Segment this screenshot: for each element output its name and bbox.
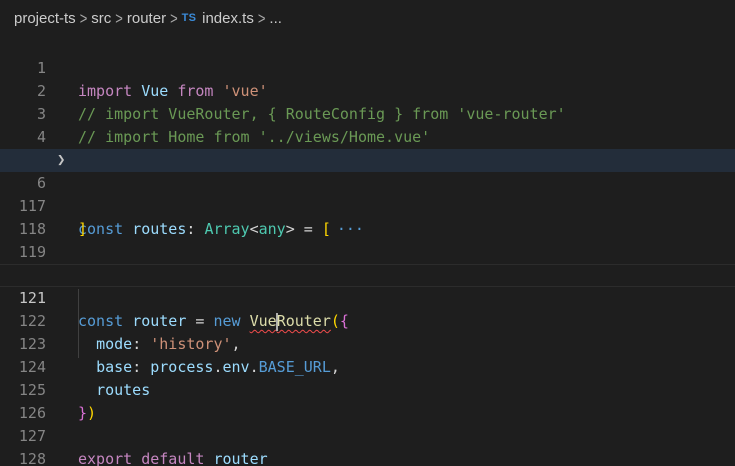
chevron-right-icon: > [170,8,178,28]
line-number: 128 [18,450,46,466]
typescript-file-icon: TS [181,12,197,24]
code-line[interactable]: 117 ] [0,172,735,238]
code-line-active[interactable]: 121 const router = new VueRouter({ [0,264,735,331]
code-line[interactable]: 123 base: process.env.BASE_URL, [0,310,735,376]
code-line[interactable]: 4 import Router from 'vue-router' [0,103,735,169]
breadcrumb-item-project[interactable]: project-ts [14,10,76,27]
code-line[interactable]: 2 // import VueRouter, { RouteConfig } f… [0,57,735,123]
code-line[interactable]: 119 Vue.use(Router) [0,218,735,284]
code-line[interactable]: 128 [0,425,735,466]
breadcrumb-item-router[interactable]: router [127,10,166,27]
code-line[interactable]: 5 [0,126,735,169]
chevron-right-icon: > [79,8,88,28]
breadcrumb: project-ts > src > router > TS index.ts … [0,0,735,36]
code-line[interactable]: 1 import Vue from 'vue' [0,34,735,100]
code-line[interactable]: 122 mode: 'history', [0,287,735,353]
code-line[interactable]: 126 [0,379,735,422]
code-line[interactable]: 125 }) [0,356,735,422]
fold-chevron-right-icon[interactable]: ❯ [57,149,65,172]
code-line[interactable]: 118 [0,195,735,238]
code-editor[interactable]: 1 import Vue from 'vue' 2 // import VueR… [0,36,735,466]
code-line[interactable]: 3 // import Home from '../views/Home.vue… [0,80,735,146]
line-code: export default router [78,450,268,466]
code-line[interactable]: 6 ❯ const routes: Array<any> = [··· [0,149,735,238]
breadcrumb-item-file[interactable]: index.ts [202,10,254,27]
code-line[interactable]: 127 export default router [0,402,735,466]
chevron-right-icon: > [115,8,123,28]
breadcrumb-item-src[interactable]: src [91,10,111,27]
code-line[interactable]: 120 [0,241,735,284]
code-line[interactable]: 124 routes [0,333,735,399]
chevron-right-icon: > [257,8,266,28]
breadcrumb-item-symbols[interactable]: ... [269,10,282,27]
